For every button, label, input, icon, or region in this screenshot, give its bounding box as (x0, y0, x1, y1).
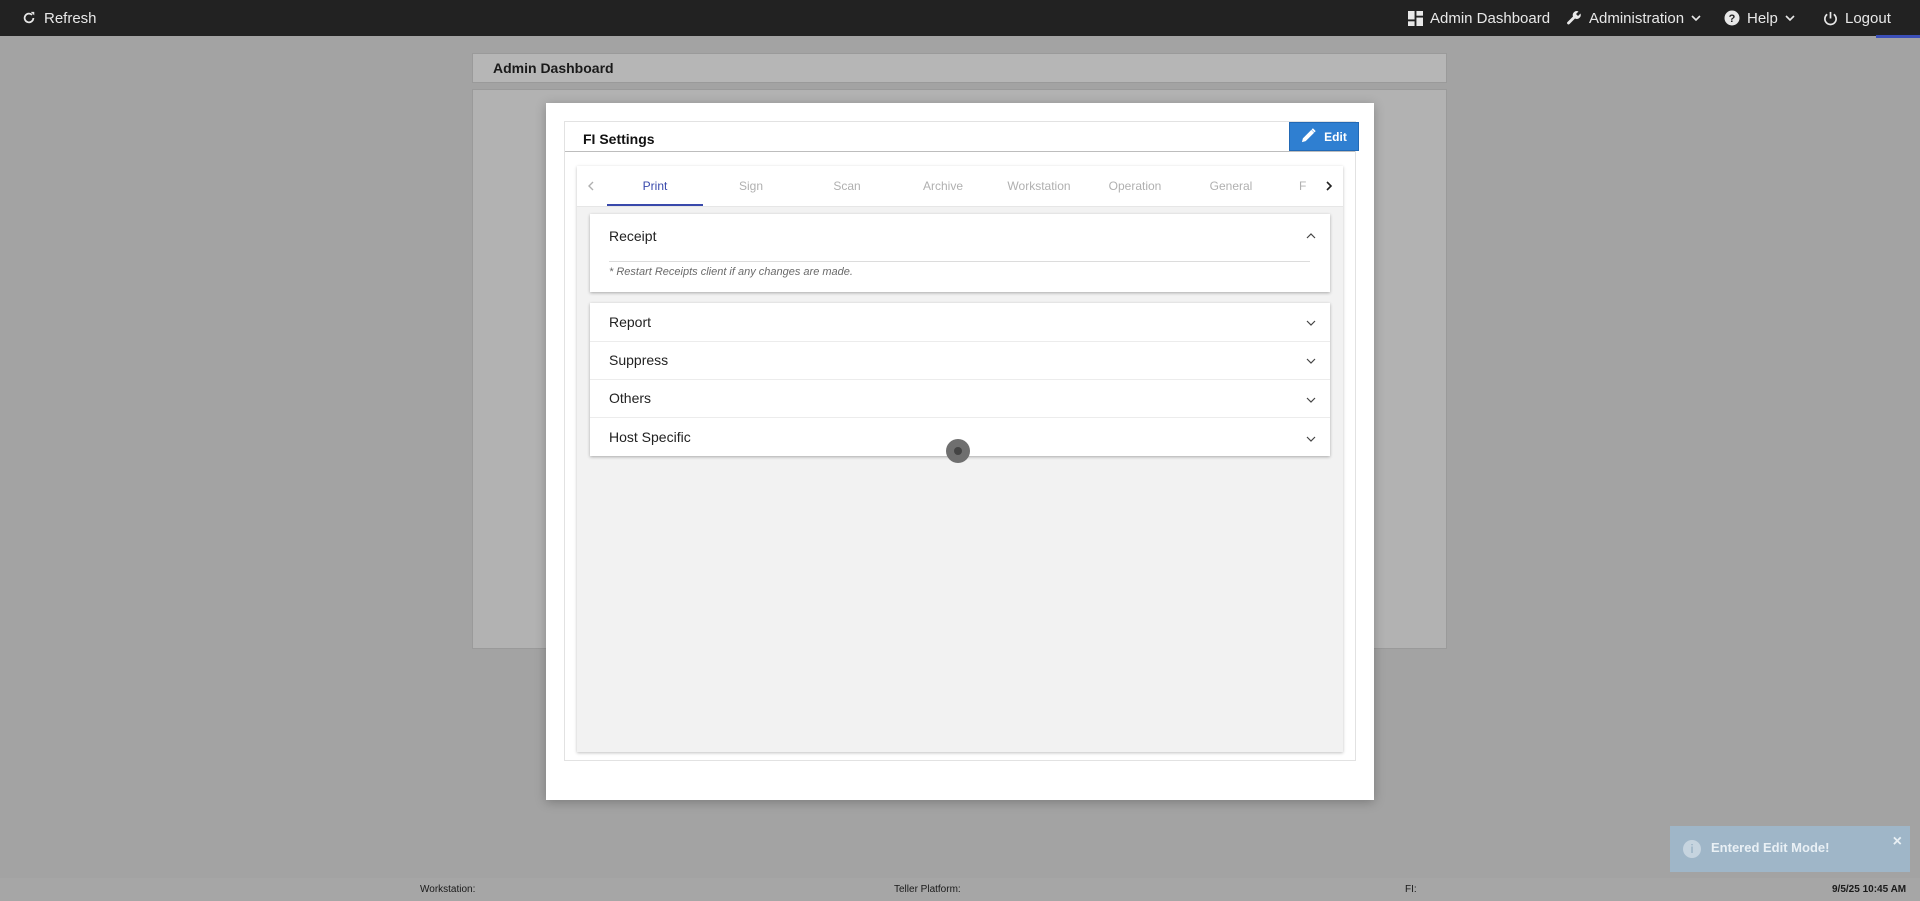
edit-button[interactable]: Edit (1289, 122, 1359, 151)
refresh-icon (21, 10, 37, 26)
tab-print[interactable]: Print (607, 166, 703, 206)
receipt-divider (609, 261, 1310, 262)
others-header[interactable]: Others (609, 379, 651, 417)
section-divider (590, 417, 1330, 418)
toast-message: Entered Edit Mode! (1711, 840, 1830, 855)
help-icon: ? (1724, 10, 1740, 26)
section-divider (590, 341, 1330, 342)
chevron-down-icon[interactable] (1305, 355, 1317, 367)
settings-sections-panel: Report Suppress Others Host Specific (590, 303, 1330, 456)
tab-scan[interactable]: Scan (799, 166, 895, 206)
chevron-down-icon (1691, 13, 1701, 23)
settings-tabs: Print Sign Scan Archive Workstation Oper… (577, 166, 1343, 207)
teller-platform-label: Teller Platform: (894, 884, 961, 895)
logout-label: Logout (1845, 9, 1891, 27)
tab-workstation[interactable]: Workstation (991, 166, 1087, 206)
tabs-scroll-right[interactable] (1315, 166, 1343, 206)
chevron-up-icon[interactable] (1305, 230, 1317, 242)
close-icon[interactable]: × (1893, 833, 1902, 851)
help-label: Help (1747, 9, 1778, 27)
loading-spinner-icon (946, 439, 970, 463)
tab-partial[interactable]: F (1279, 166, 1319, 206)
logout-button[interactable]: Logout (1822, 0, 1891, 36)
receipt-note: * Restart Receipts client if any changes… (609, 266, 853, 278)
power-icon (1822, 10, 1838, 26)
admin-dashboard-card-header: Admin Dashboard (472, 53, 1447, 83)
datetime: 9/5/25 10:45 AM (1832, 884, 1907, 895)
modal-title: FI Settings (583, 131, 655, 147)
chevron-right-icon (1326, 181, 1333, 191)
others-title: Others (609, 390, 652, 406)
workstation-label: Workstation: (420, 884, 476, 895)
chevron-left-icon (588, 181, 594, 191)
fi-label: FI: (1405, 884, 1417, 895)
refresh-button[interactable]: Refresh (21, 0, 97, 36)
host-specific-header[interactable]: Host Specific (609, 418, 691, 456)
receipt-header[interactable]: Receipt (609, 217, 656, 255)
info-icon: i (1683, 840, 1701, 858)
tab-sign[interactable]: Sign (703, 166, 799, 206)
admin-dashboard-label: Admin Dashboard (1430, 9, 1551, 27)
pencil-icon (1301, 127, 1316, 146)
administration-menu[interactable]: Administration (1566, 0, 1701, 36)
admin-dashboard-link[interactable]: Admin Dashboard (1407, 0, 1550, 36)
report-title: Report (609, 314, 652, 330)
edit-label: Edit (1324, 129, 1347, 144)
status-footer: Workstation: Teller Platform: FI: 9/5/25… (0, 878, 1920, 901)
receipt-panel: Receipt * Restart Receipts client if any… (590, 214, 1330, 292)
report-header[interactable]: Report (609, 303, 651, 341)
administration-label: Administration (1589, 9, 1685, 27)
chevron-down-icon[interactable] (1305, 433, 1317, 445)
chevron-down-icon[interactable] (1305, 394, 1317, 406)
help-menu[interactable]: ? Help (1724, 0, 1795, 36)
top-navbar: Refresh Admin Dashboard Administration ?… (0, 0, 1920, 38)
dashboard-icon (1407, 10, 1423, 26)
title-divider (565, 151, 1355, 152)
suppress-header[interactable]: Suppress (609, 341, 668, 379)
section-divider (590, 379, 1330, 380)
tab-general[interactable]: General (1183, 166, 1279, 206)
tab-archive[interactable]: Archive (895, 166, 991, 206)
svg-text:?: ? (1729, 13, 1736, 25)
refresh-label: Refresh (44, 9, 97, 27)
tabs-scroll-left[interactable] (577, 166, 605, 206)
navbar-accent (1876, 35, 1920, 38)
edit-mode-toast: i Entered Edit Mode! × (1670, 826, 1910, 872)
chevron-down-icon (1785, 13, 1795, 23)
chevron-down-icon[interactable] (1305, 317, 1317, 329)
wrench-icon (1566, 10, 1582, 26)
suppress-title: Suppress (609, 352, 669, 368)
receipt-title: Receipt (609, 228, 657, 244)
card-title: Admin Dashboard (493, 60, 614, 76)
host-specific-title: Host Specific (609, 429, 691, 445)
tab-operation[interactable]: Operation (1087, 166, 1183, 206)
